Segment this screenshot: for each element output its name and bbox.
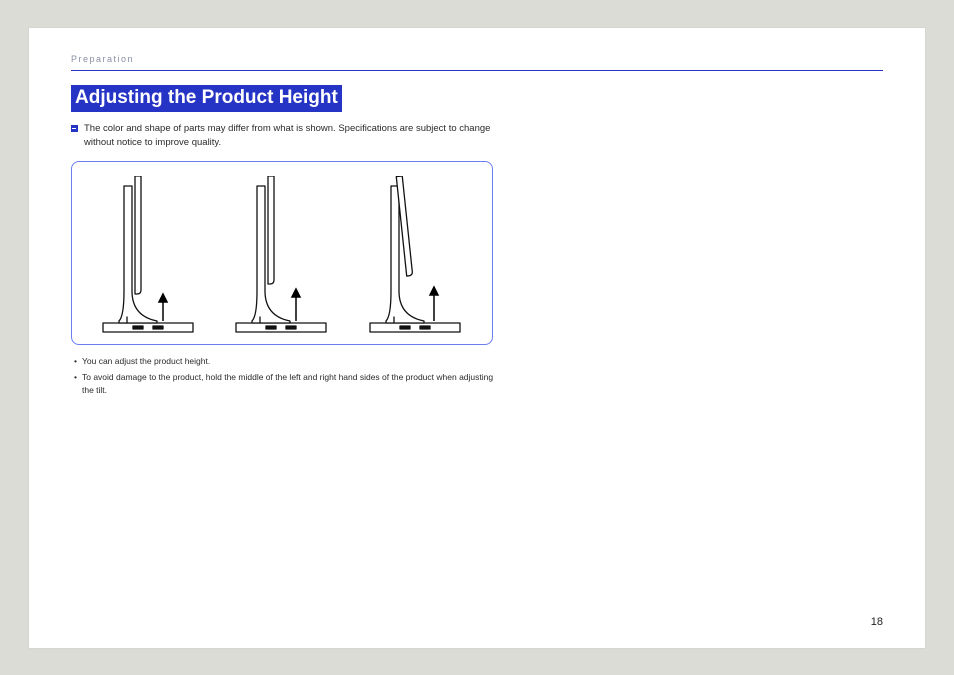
header-divider: [71, 70, 883, 71]
figure-box: [71, 161, 493, 345]
list-item: • You can adjust the product height.: [74, 355, 504, 368]
note-icon: [71, 125, 78, 132]
bullet-text: You can adjust the product height.: [82, 355, 210, 368]
note-text: The color and shape of parts may differ …: [84, 122, 491, 151]
breadcrumb: Preparation: [71, 54, 883, 64]
monitor-diagram-mid: [224, 176, 339, 336]
page-title: Adjusting the Product Height: [71, 85, 342, 112]
bullet-text: To avoid damage to the product, hold the…: [82, 371, 504, 397]
manual-page: Preparation Adjusting the Product Height…: [29, 28, 925, 648]
bullet-dot: •: [74, 355, 77, 368]
monitor-diagram-low: [91, 176, 206, 336]
bullet-list: • You can adjust the product height. • T…: [71, 355, 504, 398]
bullet-dot: •: [74, 371, 77, 397]
page-number: 18: [871, 616, 883, 628]
note-row: The color and shape of parts may differ …: [71, 122, 491, 151]
list-item: • To avoid damage to the product, hold t…: [74, 371, 504, 397]
monitor-diagram-high: [358, 176, 473, 336]
